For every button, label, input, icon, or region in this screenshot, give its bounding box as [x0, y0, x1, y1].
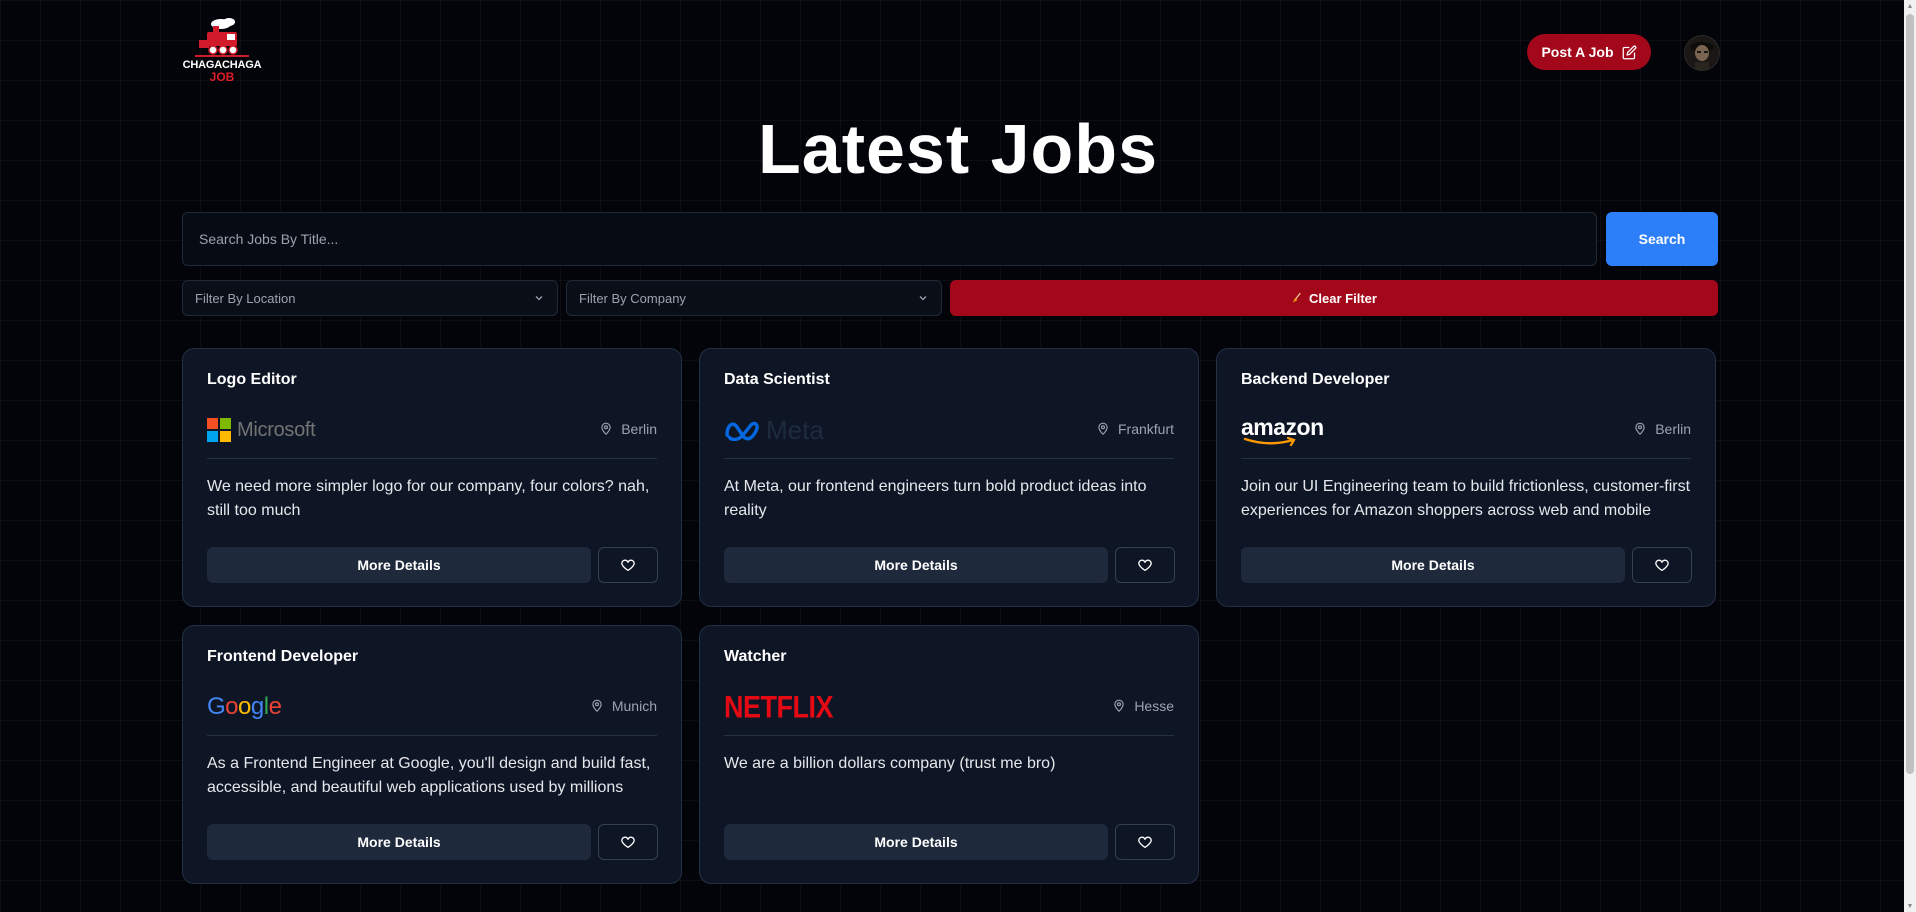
post-job-label: Post A Job	[1541, 44, 1614, 60]
card-divider	[207, 458, 657, 459]
edit-icon	[1622, 45, 1636, 59]
job-card: Backend Developer amazon Berlin Join our…	[1216, 348, 1716, 607]
card-divider	[1241, 458, 1691, 459]
search-input[interactable]	[182, 212, 1597, 266]
location-filter-placeholder: Filter By Location	[195, 290, 296, 306]
more-details-button[interactable]: More Details	[1241, 547, 1625, 583]
post-job-button[interactable]: Post A Job	[1527, 34, 1651, 70]
job-location: Berlin	[1633, 421, 1691, 437]
map-pin-icon	[1098, 422, 1108, 436]
more-details-button[interactable]: More Details	[724, 547, 1108, 583]
card-divider	[724, 735, 1174, 736]
page: CHAGACHAGA JOB Post A Job Latest Jobs Se…	[0, 0, 1916, 912]
favorite-button[interactable]	[1115, 824, 1175, 860]
scroll-up-arrow-icon[interactable]: ▲	[1904, 0, 1916, 12]
map-pin-icon	[601, 422, 611, 436]
job-description: As a Frontend Engineer at Google, you'll…	[207, 755, 651, 796]
train-logo-icon	[195, 18, 249, 57]
more-details-button[interactable]: More Details	[207, 824, 591, 860]
company-logo: Google	[207, 692, 282, 722]
company-name: amazon	[1241, 414, 1324, 440]
chevron-down-icon	[535, 296, 543, 301]
card-divider	[207, 735, 657, 736]
job-description: At Meta, our frontend engineers turn bol…	[724, 478, 1147, 519]
logo-subtitle: JOB	[209, 70, 235, 84]
location-label: Munich	[611, 698, 657, 714]
location-label: Berlin	[621, 421, 657, 437]
heart-icon	[1138, 559, 1152, 571]
job-title: Data Scientist	[724, 371, 830, 388]
scroll-down-arrow-icon[interactable]: ▼	[1904, 900, 1916, 912]
job-title: Backend Developer	[1241, 371, 1390, 388]
location-label: Frankfurt	[1117, 421, 1174, 437]
job-location: Munich	[590, 698, 657, 714]
company-logo: Meta	[724, 415, 824, 445]
more-details-button[interactable]: More Details	[207, 547, 591, 583]
company-logo: amazon	[1241, 414, 1324, 447]
heart-icon	[1138, 836, 1152, 848]
heart-icon	[621, 559, 635, 571]
heart-icon	[1655, 559, 1669, 571]
job-card: Frontend Developer Google Munich As a Fr…	[182, 625, 682, 884]
search-button[interactable]: Search	[1606, 212, 1718, 266]
job-card: Logo Editor Microsoft Berlin We need mor…	[182, 348, 682, 607]
company-name: Microsoft	[237, 418, 316, 441]
more-details-button[interactable]: More Details	[724, 824, 1108, 860]
meta-logo-icon	[725, 421, 759, 441]
favorite-button[interactable]	[1115, 547, 1175, 583]
job-description: We need more simpler logo for our compan…	[207, 478, 650, 519]
heart-icon	[621, 836, 635, 848]
scrollbar-thumb[interactable]	[1906, 14, 1914, 774]
card-divider	[724, 458, 1174, 459]
google-logo-icon: Google	[207, 693, 282, 720]
clear-filter-button[interactable]: Clear Filter	[950, 280, 1718, 316]
microsoft-logo-icon	[207, 418, 231, 442]
favorite-button[interactable]	[598, 824, 658, 860]
job-card: Watcher NETFLIX Hesse We are a billion d…	[699, 625, 1199, 884]
job-title: Logo Editor	[207, 371, 297, 388]
user-avatar[interactable]	[1684, 35, 1720, 71]
clear-filter-label: Clear Filter	[1309, 290, 1377, 306]
avatar-image-icon	[1685, 36, 1719, 70]
favorite-button[interactable]	[1632, 547, 1692, 583]
favorite-button[interactable]	[598, 547, 658, 583]
site-logo[interactable]: CHAGACHAGA JOB	[183, 18, 262, 84]
location-label: Hesse	[1134, 698, 1174, 714]
amazon-smile-icon	[1243, 437, 1296, 447]
job-location: Hesse	[1112, 698, 1174, 714]
company-filter-placeholder: Filter By Company	[579, 290, 686, 306]
chevron-down-icon	[919, 296, 927, 301]
map-pin-icon	[592, 699, 602, 713]
job-title: Watcher	[724, 648, 787, 665]
company-name: NETFLIX	[724, 689, 834, 724]
company-filter-select[interactable]: Filter By Company	[566, 280, 942, 316]
map-pin-icon	[1114, 699, 1124, 713]
location-label: Berlin	[1655, 421, 1691, 437]
job-title: Frontend Developer	[207, 648, 359, 665]
job-location: Berlin	[599, 421, 657, 437]
location-filter-select[interactable]: Filter By Location	[182, 280, 558, 316]
company-logo: NETFLIX	[724, 689, 834, 724]
vertical-scrollbar[interactable]: ▲ ▼	[1904, 0, 1916, 912]
company-name: Meta	[766, 414, 824, 445]
page-title: Latest Jobs	[758, 110, 1158, 188]
job-description: We are a billion dollars company (trust …	[724, 755, 1056, 772]
job-description: Join our UI Engineering team to build fr…	[1241, 478, 1691, 519]
job-location: Frankfurt	[1096, 421, 1174, 437]
map-pin-icon	[1635, 422, 1645, 436]
company-logo: Microsoft	[207, 415, 316, 445]
job-card: Data Scientist Meta Frankfurt At Meta, o…	[699, 348, 1199, 607]
broom-icon	[1293, 292, 1301, 303]
